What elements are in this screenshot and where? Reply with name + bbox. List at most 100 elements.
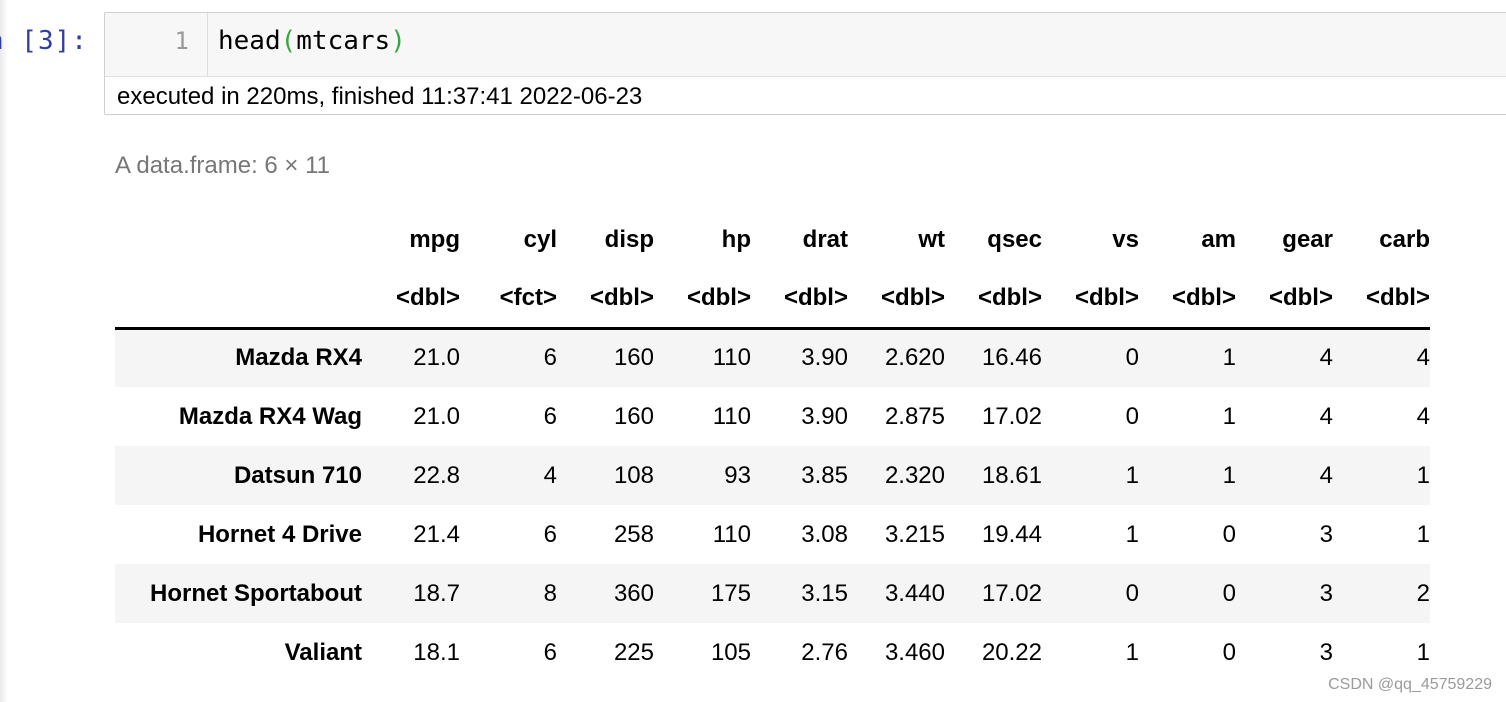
cell-mpg: 21.0 bbox=[413, 402, 460, 430]
cell-cyl: 6 bbox=[543, 520, 557, 548]
column-header-mpg: mpg bbox=[409, 225, 460, 253]
cell-am: 1 bbox=[1222, 402, 1236, 430]
row-name: Hornet Sportabout bbox=[150, 579, 362, 607]
column-header-vs: vs bbox=[1112, 225, 1139, 253]
cell-drat: 2.76 bbox=[801, 638, 848, 666]
cell-gear: 4 bbox=[1319, 461, 1333, 489]
cell-hp: 93 bbox=[724, 461, 751, 489]
execution-info: executed in 220ms, finished 11:37:41 202… bbox=[117, 83, 643, 110]
cell-cyl: 4 bbox=[543, 461, 557, 489]
cell-mpg: 18.1 bbox=[413, 638, 460, 666]
cell-vs: 0 bbox=[1125, 579, 1139, 607]
cell-vs: 0 bbox=[1125, 402, 1139, 430]
cell-drat: 3.08 bbox=[801, 520, 848, 548]
cell-gear: 4 bbox=[1319, 344, 1333, 372]
dataframe-table: mpg cyl disp hp drat wt qsec vs am gear carb <dbl>… bbox=[115, 210, 1430, 682]
code-editor[interactable]: head(mtcars) bbox=[218, 26, 406, 56]
column-type-cyl: <fct> bbox=[460, 269, 557, 330]
row-name-header bbox=[115, 210, 363, 269]
watermark: CSDN @qq_45759229 bbox=[1328, 676, 1492, 693]
cell-mpg: 22.8 bbox=[413, 461, 460, 489]
column-type-hp: <dbl> bbox=[654, 269, 751, 330]
line-number: 1 bbox=[174, 27, 189, 55]
cell-vs: 1 bbox=[1125, 638, 1139, 666]
cell-wt: 3.440 bbox=[884, 579, 945, 607]
cell-disp: 108 bbox=[613, 461, 654, 489]
column-type-mpg: <dbl> bbox=[363, 269, 460, 330]
table-row: Valiant 18.1 6 225 105 2.76 3.460 20.22 1 0 3 1 bbox=[115, 623, 1430, 682]
table-row: Mazda RX4 Wag 21.0 6 160 110 3.90 2.875 17.02 0 1… bbox=[115, 387, 1430, 446]
column-header-hp: hp bbox=[721, 225, 751, 253]
row-name-type-header bbox=[115, 269, 363, 330]
column-header-drat: drat bbox=[802, 225, 848, 253]
column-header-cyl: cyl bbox=[523, 225, 557, 253]
cell-drat: 3.90 bbox=[801, 402, 848, 430]
column-header-gear: gear bbox=[1282, 225, 1333, 253]
cell-wt: 3.460 bbox=[884, 638, 945, 666]
cell-wt: 2.620 bbox=[884, 344, 945, 372]
cell-disp: 160 bbox=[613, 344, 654, 372]
column-type-gear: <dbl> bbox=[1236, 269, 1333, 330]
cell-qsec: 20.22 bbox=[981, 638, 1042, 666]
code-open-paren: ( bbox=[280, 26, 297, 56]
cell-disp: 258 bbox=[613, 520, 654, 548]
column-type-wt: <dbl> bbox=[848, 269, 945, 330]
cell-qsec: 17.02 bbox=[981, 579, 1042, 607]
cell-vs: 0 bbox=[1125, 344, 1139, 372]
cell-am: 0 bbox=[1222, 520, 1236, 548]
column-header-wt: wt bbox=[918, 225, 945, 253]
cell-hp: 110 bbox=[712, 344, 751, 372]
row-name: Mazda RX4 bbox=[235, 344, 362, 372]
column-type-drat: <dbl> bbox=[751, 269, 848, 330]
cell-am: 1 bbox=[1222, 344, 1236, 372]
cell-carb: 1 bbox=[1416, 520, 1430, 548]
cell-am: 0 bbox=[1222, 579, 1236, 607]
cell-disp: 225 bbox=[613, 638, 654, 666]
cell-vs: 1 bbox=[1125, 461, 1139, 489]
cell-gear: 3 bbox=[1319, 638, 1333, 666]
cell-mpg: 18.7 bbox=[413, 579, 460, 607]
table-row: Hornet Sportabout 18.7 8 360 175 3.15 3.440 17.… bbox=[115, 564, 1430, 623]
line-number-gutter: 1 bbox=[105, 13, 208, 76]
code-input-area[interactable]: 1 head(mtcars) bbox=[105, 13, 1506, 77]
cell-drat: 3.90 bbox=[801, 344, 848, 372]
cell-mpg: 21.0 bbox=[413, 344, 460, 372]
cell-wt: 2.875 bbox=[884, 402, 945, 430]
cell-gear: 3 bbox=[1319, 520, 1333, 548]
cell-carb: 1 bbox=[1416, 638, 1430, 666]
cell-carb: 4 bbox=[1416, 402, 1430, 430]
left-gutter bbox=[0, 0, 8, 702]
column-header-qsec: qsec bbox=[987, 225, 1042, 253]
table-row: Datsun 710 22.8 4 108 93 3.85 2.320 18.61 1 1 4 1 bbox=[115, 446, 1430, 505]
cell-cyl: 8 bbox=[543, 579, 557, 607]
column-type-vs: <dbl> bbox=[1042, 269, 1139, 330]
cell-hp: 105 bbox=[710, 638, 751, 666]
cell-qsec: 16.46 bbox=[981, 344, 1042, 372]
row-name: Datsun 710 bbox=[233, 461, 362, 489]
code-argument: mtcars bbox=[296, 26, 391, 56]
code-close-paren: ) bbox=[390, 26, 406, 56]
cell-carb: 4 bbox=[1416, 344, 1430, 372]
row-name: Mazda RX4 Wag bbox=[178, 402, 362, 430]
cell-gear: 3 bbox=[1319, 579, 1333, 607]
column-type-qsec: <dbl> bbox=[945, 269, 1042, 330]
cell-am: 0 bbox=[1222, 638, 1236, 666]
cell-cyl: 6 bbox=[543, 402, 557, 430]
cell-wt: 2.320 bbox=[884, 461, 945, 489]
column-type-am: <dbl> bbox=[1139, 269, 1236, 330]
code-cell[interactable]: 1 head(mtcars) executed in 220ms, finish… bbox=[104, 12, 1506, 115]
cell-carb: 1 bbox=[1416, 461, 1430, 489]
column-type-carb: <dbl> bbox=[1333, 269, 1430, 330]
cell-hp: 110 bbox=[712, 402, 751, 430]
cell-drat: 3.85 bbox=[801, 461, 848, 489]
column-header-am: am bbox=[1201, 225, 1236, 253]
cell-carb: 2 bbox=[1416, 579, 1430, 607]
dataframe-caption: A data.frame: 6 × 11 bbox=[115, 152, 331, 179]
cell-cyl: 6 bbox=[543, 344, 557, 372]
column-header-row: mpg cyl disp hp drat wt qsec vs am gear carb bbox=[115, 210, 1430, 269]
column-type-row: <dbl> <fct> <dbl> <dbl> <dbl> <dbl> <dbl> <dbl>… bbox=[115, 269, 1430, 330]
cell-qsec: 17.02 bbox=[981, 402, 1042, 430]
row-name: Valiant bbox=[284, 638, 362, 666]
column-header-disp: disp bbox=[604, 225, 654, 253]
cell-hp: 110 bbox=[712, 520, 751, 548]
